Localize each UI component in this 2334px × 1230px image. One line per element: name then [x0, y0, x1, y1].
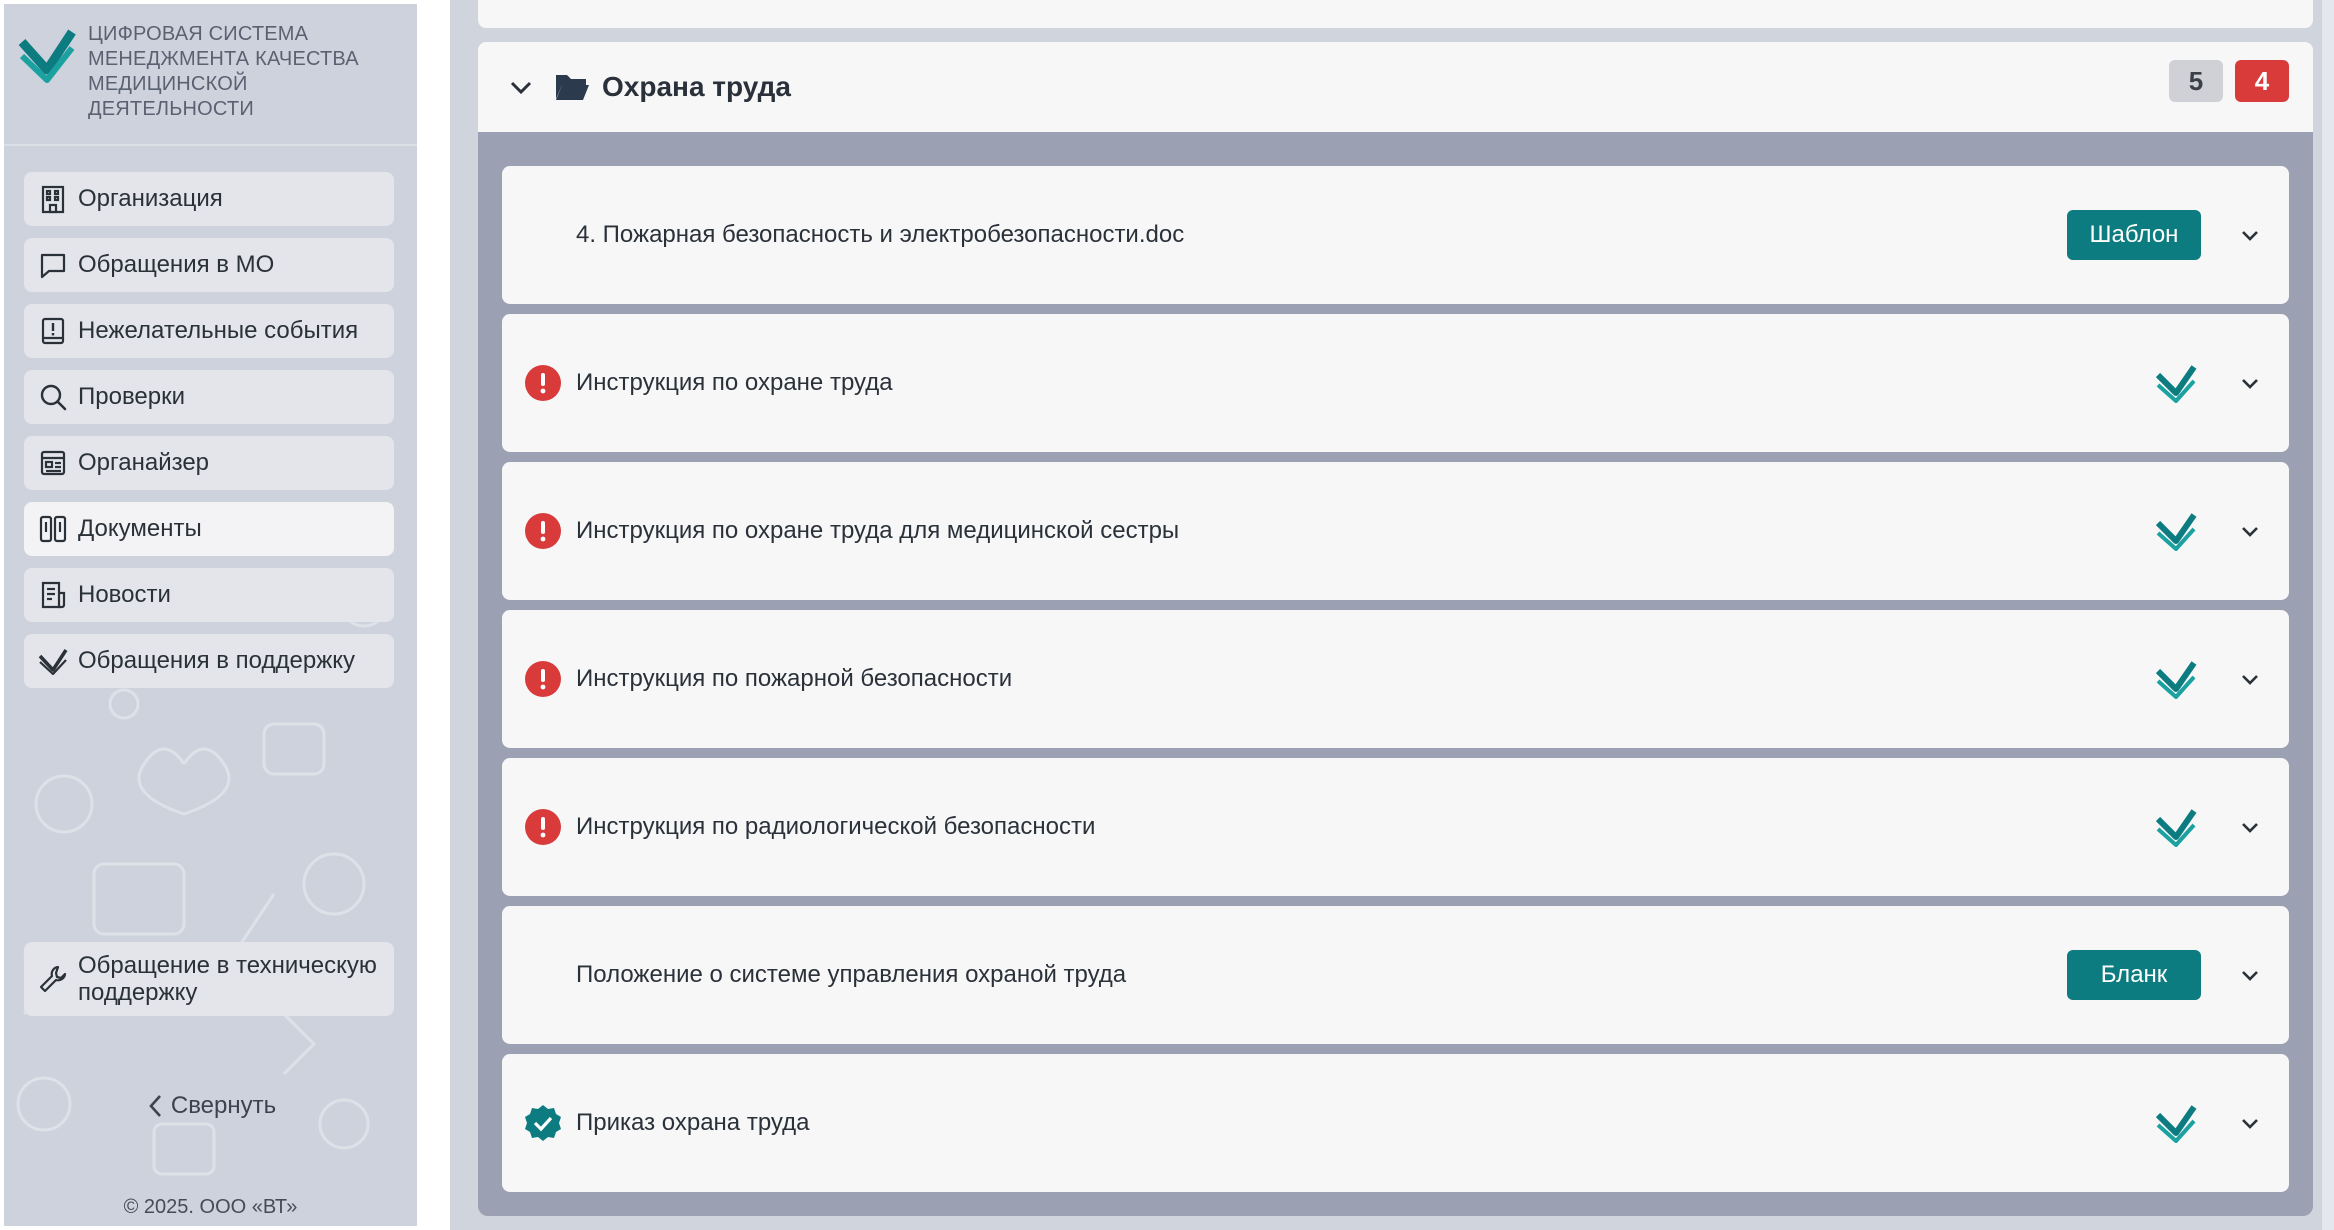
document-row[interactable]: Инструкция по радиологической безопаснос… — [502, 758, 2289, 896]
error-status-icon — [524, 660, 562, 698]
blank-badge-button[interactable]: Бланк — [2067, 950, 2201, 1000]
brand-divider — [4, 144, 417, 146]
document-title: Инструкция по охране труда — [576, 369, 893, 396]
document-row[interactable]: 4. Пожарная безопасность и электробезопа… — [502, 166, 2289, 304]
brand-line: ЦИФРОВАЯ СИСТЕМА — [88, 23, 309, 45]
sidebar-item-label: Обращения в МО — [78, 251, 275, 278]
copyright: © 2025. ООО «ВТ» — [123, 1196, 298, 1218]
brand: ЦИФРОВАЯ СИСТЕМА МЕНЕДЖМЕНТА КАЧЕСТВА МЕ… — [18, 22, 408, 132]
sidebar-item-label: Проверки — [78, 383, 186, 410]
sidebar-item-label: Документы — [78, 515, 202, 542]
alert-book-icon — [38, 316, 68, 346]
error-status-icon — [524, 364, 562, 402]
chevron-down-icon[interactable] — [2235, 368, 2265, 398]
sidebar-item-label: Новости — [78, 581, 171, 608]
chevron-down-icon[interactable] — [2235, 1108, 2265, 1138]
chevron-down-icon[interactable] — [2235, 812, 2265, 842]
document-row[interactable]: Инструкция по охране труда — [502, 314, 2289, 452]
sidebar-item-label: Организация — [78, 185, 223, 212]
organizer-icon — [38, 448, 68, 478]
document-title: Инструкция по охране труда для медицинск… — [576, 517, 1180, 544]
alert-count-badge: 4 — [2235, 60, 2289, 102]
sidebar-item-support-appeals[interactable]: Обращения в поддержку — [24, 634, 394, 688]
error-status-icon — [524, 512, 562, 550]
document-title: Положение о системе управления охраной т… — [576, 961, 1127, 988]
search-icon — [38, 382, 68, 412]
tech-support-label: Обращение в техническую поддержку — [78, 952, 377, 1006]
approve-check-icon[interactable] — [2155, 807, 2197, 847]
brand-line: МЕНЕДЖМЕНТА КАЧЕСТВА — [88, 48, 359, 70]
brand-logo-icon — [18, 29, 76, 83]
total-count-badge: 5 — [2169, 60, 2223, 102]
approve-check-icon[interactable] — [2155, 1103, 2197, 1143]
section-body: 4. Пожарная безопасность и электробезопа… — [478, 132, 2313, 1216]
support-check-icon — [38, 646, 68, 676]
document-row[interactable]: Инструкция по пожарной безопасности — [502, 610, 2289, 748]
approved-status-icon — [524, 1104, 562, 1142]
document-row[interactable]: Положение о системе управления охраной т… — [502, 906, 2289, 1044]
brand-line: ДЕЯТЕЛЬНОСТИ — [88, 98, 254, 120]
sidebar-item-organizer[interactable]: Органайзер — [24, 436, 394, 490]
sidebar-item-appeals-mo[interactable]: Обращения в МО — [24, 238, 394, 292]
approve-check-icon[interactable] — [2155, 659, 2197, 699]
template-badge-button[interactable]: Шаблон — [2067, 210, 2201, 260]
chat-icon — [38, 250, 68, 280]
section-title: Охрана труда — [602, 71, 791, 102]
document-title: Инструкция по пожарной безопасности — [576, 665, 1013, 692]
document-title: Приказ охрана труда — [576, 1109, 810, 1136]
chevron-down-icon[interactable] — [2235, 516, 2265, 546]
sidebar-item-adverse-events[interactable]: Нежелательные события — [24, 304, 394, 358]
folder-open-icon — [556, 75, 589, 100]
sidebar: ЦИФРОВАЯ СИСТЕМА МЕНЕДЖМЕНТА КАЧЕСТВА МЕ… — [4, 4, 417, 1226]
main-content: Охрана труда 5 4 4. Пожарная безопасност… — [450, 0, 2334, 1230]
sidebar-item-label: Обращения в поддержку — [78, 647, 356, 674]
news-icon — [38, 580, 68, 610]
section-badges: 5 4 — [2157, 60, 2289, 102]
chevron-down-icon[interactable] — [2235, 220, 2265, 250]
collapse-sidebar-button[interactable]: Свернуть — [4, 1092, 417, 1120]
documents-icon — [38, 514, 68, 544]
brand-title: ЦИФРОВАЯ СИСТЕМА МЕНЕДЖМЕНТА КАЧЕСТВА МЕ… — [88, 22, 359, 122]
document-row[interactable]: Инструкция по охране труда для медицинск… — [502, 462, 2289, 600]
chevron-down-icon[interactable] — [2235, 664, 2265, 694]
scrollbar-track[interactable] — [2322, 0, 2334, 1230]
chevron-left-icon — [149, 1095, 161, 1117]
sidebar-item-inspections[interactable]: Проверки — [24, 370, 394, 424]
sidebar-item-documents[interactable]: Документы — [24, 502, 394, 556]
document-title: Инструкция по радиологической безопаснос… — [576, 813, 1096, 840]
sidebar-item-organization[interactable]: Организация — [24, 172, 394, 226]
sidebar-item-label: Органайзер — [78, 449, 210, 476]
sidebar-nav: Организация Обращения в МО Нежелательные… — [24, 172, 394, 700]
wrench-icon — [38, 964, 68, 994]
error-status-icon — [524, 808, 562, 846]
brand-line: МЕДИЦИНСКОЙ — [88, 73, 248, 95]
document-row[interactable]: Приказ охрана труда — [502, 1054, 2289, 1192]
chevron-down-icon[interactable] — [506, 72, 536, 102]
building-icon — [38, 184, 68, 214]
sidebar-item-news[interactable]: Новости — [24, 568, 394, 622]
approve-check-icon[interactable] — [2155, 363, 2197, 403]
document-title: 4. Пожарная безопасность и электробезопа… — [576, 221, 1185, 248]
collapse-label: Свернуть — [170, 1092, 277, 1119]
sidebar-item-label: Нежелательные события — [78, 317, 359, 344]
tech-support-button[interactable]: Обращение в техническую поддержку — [24, 942, 394, 1016]
approve-check-icon[interactable] — [2155, 511, 2197, 551]
chevron-down-icon[interactable] — [2235, 960, 2265, 990]
section-header[interactable]: Охрана труда 5 4 — [478, 42, 2313, 132]
previous-section-card — [478, 0, 2313, 28]
